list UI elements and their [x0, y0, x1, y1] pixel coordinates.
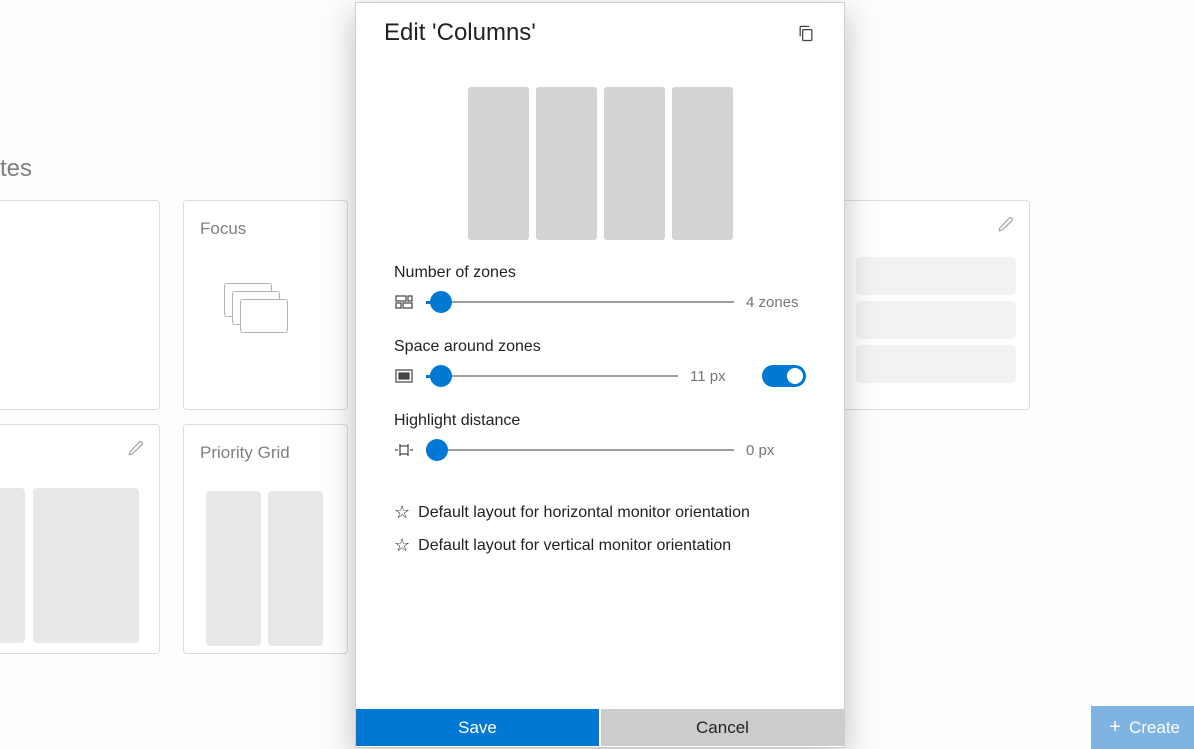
- grid-icon: [394, 295, 414, 309]
- highlight-value: 0 px: [746, 442, 806, 459]
- highlight-icon: [394, 443, 414, 457]
- card-thumb: [0, 488, 25, 643]
- default-horizontal-label: Default layout for horizontal monitor or…: [418, 504, 750, 522]
- template-card-focus[interactable]: Focus: [183, 200, 348, 410]
- preview-column: [536, 87, 597, 240]
- template-card-priority-grid[interactable]: Priority Grid: [183, 424, 348, 654]
- template-card-label: Focus: [184, 201, 347, 249]
- save-button[interactable]: Save: [356, 709, 599, 746]
- card-row: [856, 301, 1016, 339]
- plus-icon: +: [1109, 716, 1121, 739]
- margin-icon: [394, 369, 414, 383]
- space-toggle[interactable]: [762, 365, 806, 387]
- layout-preview: [356, 57, 844, 264]
- highlight-slider[interactable]: [426, 438, 734, 462]
- copy-icon[interactable]: [796, 23, 816, 43]
- dialog-title: Edit 'Columns': [384, 19, 536, 47]
- cancel-button[interactable]: Cancel: [601, 709, 844, 746]
- card-thumb: [206, 491, 261, 646]
- edit-dialog: Edit 'Columns' Number of zones: [355, 2, 845, 748]
- preview-column: [468, 87, 529, 240]
- pencil-icon[interactable]: [997, 215, 1015, 233]
- default-vertical-option[interactable]: ☆ Default layout for vertical monitor or…: [394, 535, 806, 556]
- card-row: [856, 257, 1016, 295]
- highlight-label: Highlight distance: [394, 412, 806, 430]
- preview-column: [672, 87, 733, 240]
- card-thumb: [268, 491, 323, 646]
- create-button[interactable]: + Create: [1091, 706, 1194, 749]
- zones-label: Number of zones: [394, 264, 806, 282]
- space-label: Space around zones: [394, 338, 806, 356]
- space-value: 11 px: [690, 368, 750, 385]
- card-thumb: [33, 488, 139, 643]
- star-icon: ☆: [394, 502, 410, 523]
- zones-value: 4 zones: [746, 294, 806, 311]
- star-icon: ☆: [394, 535, 410, 556]
- space-slider[interactable]: [426, 364, 678, 388]
- templates-section-title: tes: [0, 155, 32, 183]
- preview-column: [604, 87, 665, 240]
- zones-slider[interactable]: [426, 290, 734, 314]
- default-horizontal-option[interactable]: ☆ Default layout for horizontal monitor …: [394, 502, 806, 523]
- template-card-label: Priority Grid: [184, 425, 347, 473]
- card-row: [856, 345, 1016, 383]
- default-vertical-label: Default layout for vertical monitor orie…: [418, 537, 731, 555]
- pencil-icon[interactable]: [127, 439, 145, 457]
- create-button-label: Create: [1129, 718, 1180, 738]
- template-card[interactable]: [0, 200, 160, 410]
